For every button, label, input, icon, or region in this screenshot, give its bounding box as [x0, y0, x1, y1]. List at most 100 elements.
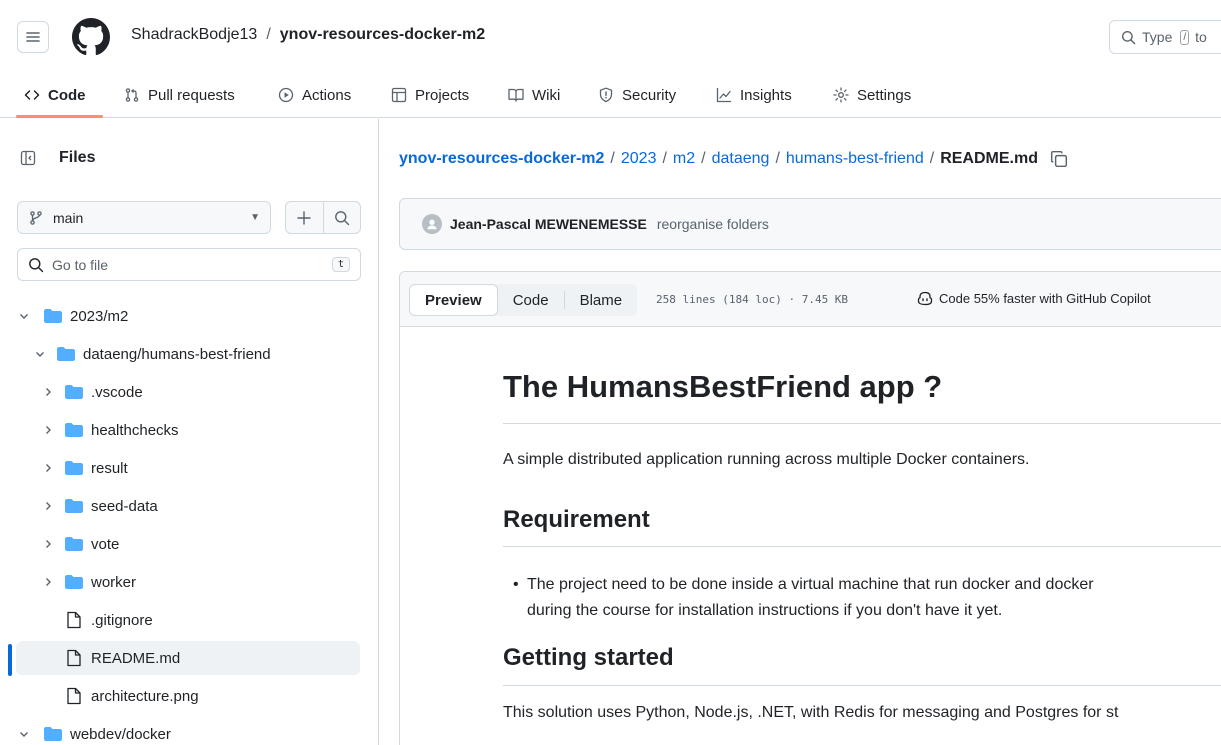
repo-path: ShadrackBodje13 / ynov-resources-docker-…: [131, 26, 485, 44]
book-icon: [508, 88, 524, 102]
shield-icon: [599, 87, 613, 103]
search-files-button[interactable]: [322, 202, 361, 233]
tab-actions[interactable]: Actions: [278, 72, 351, 118]
commit-author[interactable]: Jean-Pascal MEWENEMESSE: [450, 216, 647, 232]
folder-icon: [44, 309, 62, 323]
search-input[interactable]: Type / to: [1109, 20, 1221, 54]
list-item-text-cont: during the course for installation instr…: [527, 602, 1003, 619]
folder-icon: [65, 575, 83, 589]
tree-item-label: architecture.png: [91, 687, 199, 705]
tab-projects-label: Projects: [415, 86, 470, 104]
tree-item-label: 2023/m2: [70, 307, 129, 325]
latest-commit-bar: Jean-Pascal MEWENEMESSE reorganise folde…: [399, 198, 1221, 250]
git-branch-icon: [30, 210, 42, 225]
tree-item-file[interactable]: architecture.png: [16, 679, 360, 713]
copilot-promo-link[interactable]: Code 55% faster with GitHub Copilot: [917, 290, 1151, 306]
selected-item-indicator: [8, 644, 12, 676]
search-icon: [1121, 30, 1136, 44]
tab-pull-requests-label: Pull requests: [148, 86, 235, 104]
breadcrumb-link-repo[interactable]: ynov-resources-docker-m2: [399, 150, 604, 168]
list-item-text: The project need to be done inside a vir…: [527, 576, 1094, 593]
chevron-right-icon[interactable]: [40, 498, 56, 514]
commit-message[interactable]: reorganise folders: [657, 216, 769, 232]
tree-item-folder[interactable]: worker: [16, 565, 360, 599]
copilot-icon: [917, 291, 933, 306]
tab-wiki[interactable]: Wiki: [508, 72, 560, 118]
user-icon: [427, 219, 437, 230]
search-icon: [29, 257, 44, 272]
tree-item-folder[interactable]: .vscode: [16, 375, 360, 409]
tree-item-label: .vscode: [91, 383, 143, 401]
breadcrumb-link[interactable]: dataeng: [712, 150, 770, 168]
folder-icon: [44, 727, 62, 741]
readme-title: The HumansBestFriend app ?: [503, 369, 943, 404]
tree-item-file[interactable]: .gitignore: [16, 603, 360, 637]
tab-security[interactable]: Security: [598, 72, 676, 118]
copy-icon[interactable]: [1050, 150, 1068, 168]
chevron-down-icon[interactable]: [16, 726, 32, 742]
chevron-right-icon[interactable]: [40, 384, 56, 400]
table-icon: [391, 87, 407, 103]
getting-started-text: This solution uses Python, Node.js, .NET…: [503, 704, 1119, 721]
breadcrumb-link[interactable]: 2023: [621, 150, 657, 168]
repo-owner-link[interactable]: ShadrackBodje13: [131, 26, 257, 44]
heading-requirement: Requirement: [503, 506, 650, 533]
tab-wiki-label: Wiki: [532, 86, 561, 104]
chevron-right-icon[interactable]: [40, 536, 56, 552]
view-mode-toggle: Preview Code Blame: [409, 284, 638, 316]
go-to-file-input[interactable]: Go to file t: [17, 248, 361, 281]
breadcrumb-current-file: README.md: [940, 150, 1038, 167]
breadcrumb-separator: /: [775, 150, 780, 167]
tree-item-folder[interactable]: healthchecks: [16, 413, 360, 447]
chevron-right-icon[interactable]: [40, 422, 56, 438]
tree-item-folder[interactable]: vote: [16, 527, 360, 561]
collapse-sidebar-button[interactable]: [17, 147, 39, 169]
tab-security-label: Security: [622, 86, 677, 104]
chevron-down-icon[interactable]: [16, 308, 32, 324]
tree-item-folder[interactable]: 2023/m2: [16, 299, 360, 333]
tree-item-folder[interactable]: dataeng/humans-best-friend: [16, 337, 360, 371]
blame-button[interactable]: Blame: [565, 284, 638, 316]
add-file-button[interactable]: [286, 202, 323, 233]
tree-item-label: worker: [91, 573, 137, 591]
file-actions-group: [285, 201, 361, 234]
tab-pull-requests[interactable]: Pull requests: [124, 72, 235, 118]
tab-projects[interactable]: Projects: [391, 72, 469, 118]
tree-item-folder[interactable]: webdev/docker: [16, 717, 360, 745]
tree-item-folder[interactable]: result: [16, 451, 360, 485]
repo-name-link[interactable]: ynov-resources-docker-m2: [280, 26, 485, 44]
chevron-right-icon[interactable]: [40, 574, 56, 590]
search-placeholder: Type: [1142, 29, 1173, 45]
folder-icon: [65, 537, 83, 551]
file-meta: 258 lines (184 loc) · 7.45 KB: [656, 293, 849, 306]
tab-insights[interactable]: Insights: [716, 72, 792, 118]
tree-item-label: dataeng/humans-best-friend: [83, 345, 271, 363]
github-logo-icon[interactable]: [72, 18, 110, 56]
breadcrumb-link[interactable]: humans-best-friend: [786, 150, 924, 168]
tree-item-file-selected[interactable]: README.md: [16, 641, 360, 675]
global-header: ShadrackBodje13 / ynov-resources-docker-…: [0, 0, 1221, 70]
tab-settings[interactable]: Settings: [833, 72, 911, 118]
tab-code[interactable]: Code: [24, 72, 86, 118]
active-tab-indicator: [16, 115, 103, 118]
menu-button[interactable]: [17, 21, 49, 53]
chevron-down-icon[interactable]: [32, 346, 48, 362]
avatar[interactable]: [422, 214, 442, 234]
folder-icon: [57, 347, 75, 361]
tree-item-label: vote: [91, 535, 120, 553]
tree-item-folder[interactable]: seed-data: [16, 489, 360, 523]
file-icon: [67, 611, 81, 629]
preview-button[interactable]: Preview: [409, 284, 498, 316]
go-to-file-shortcut: t: [331, 257, 350, 272]
files-header: Files: [17, 147, 95, 169]
tab-insights-label: Insights: [740, 86, 792, 104]
pull-request-icon: [125, 88, 139, 102]
chevron-right-icon[interactable]: [40, 460, 56, 476]
tree-item-label: seed-data: [91, 497, 158, 515]
files-title: Files: [59, 149, 96, 166]
code-view-button[interactable]: Code: [498, 284, 564, 316]
tab-settings-label: Settings: [857, 86, 912, 104]
play-circle-icon: [278, 87, 294, 103]
breadcrumb-link[interactable]: m2: [673, 150, 695, 168]
branch-selector-button[interactable]: main ▼: [17, 201, 271, 234]
